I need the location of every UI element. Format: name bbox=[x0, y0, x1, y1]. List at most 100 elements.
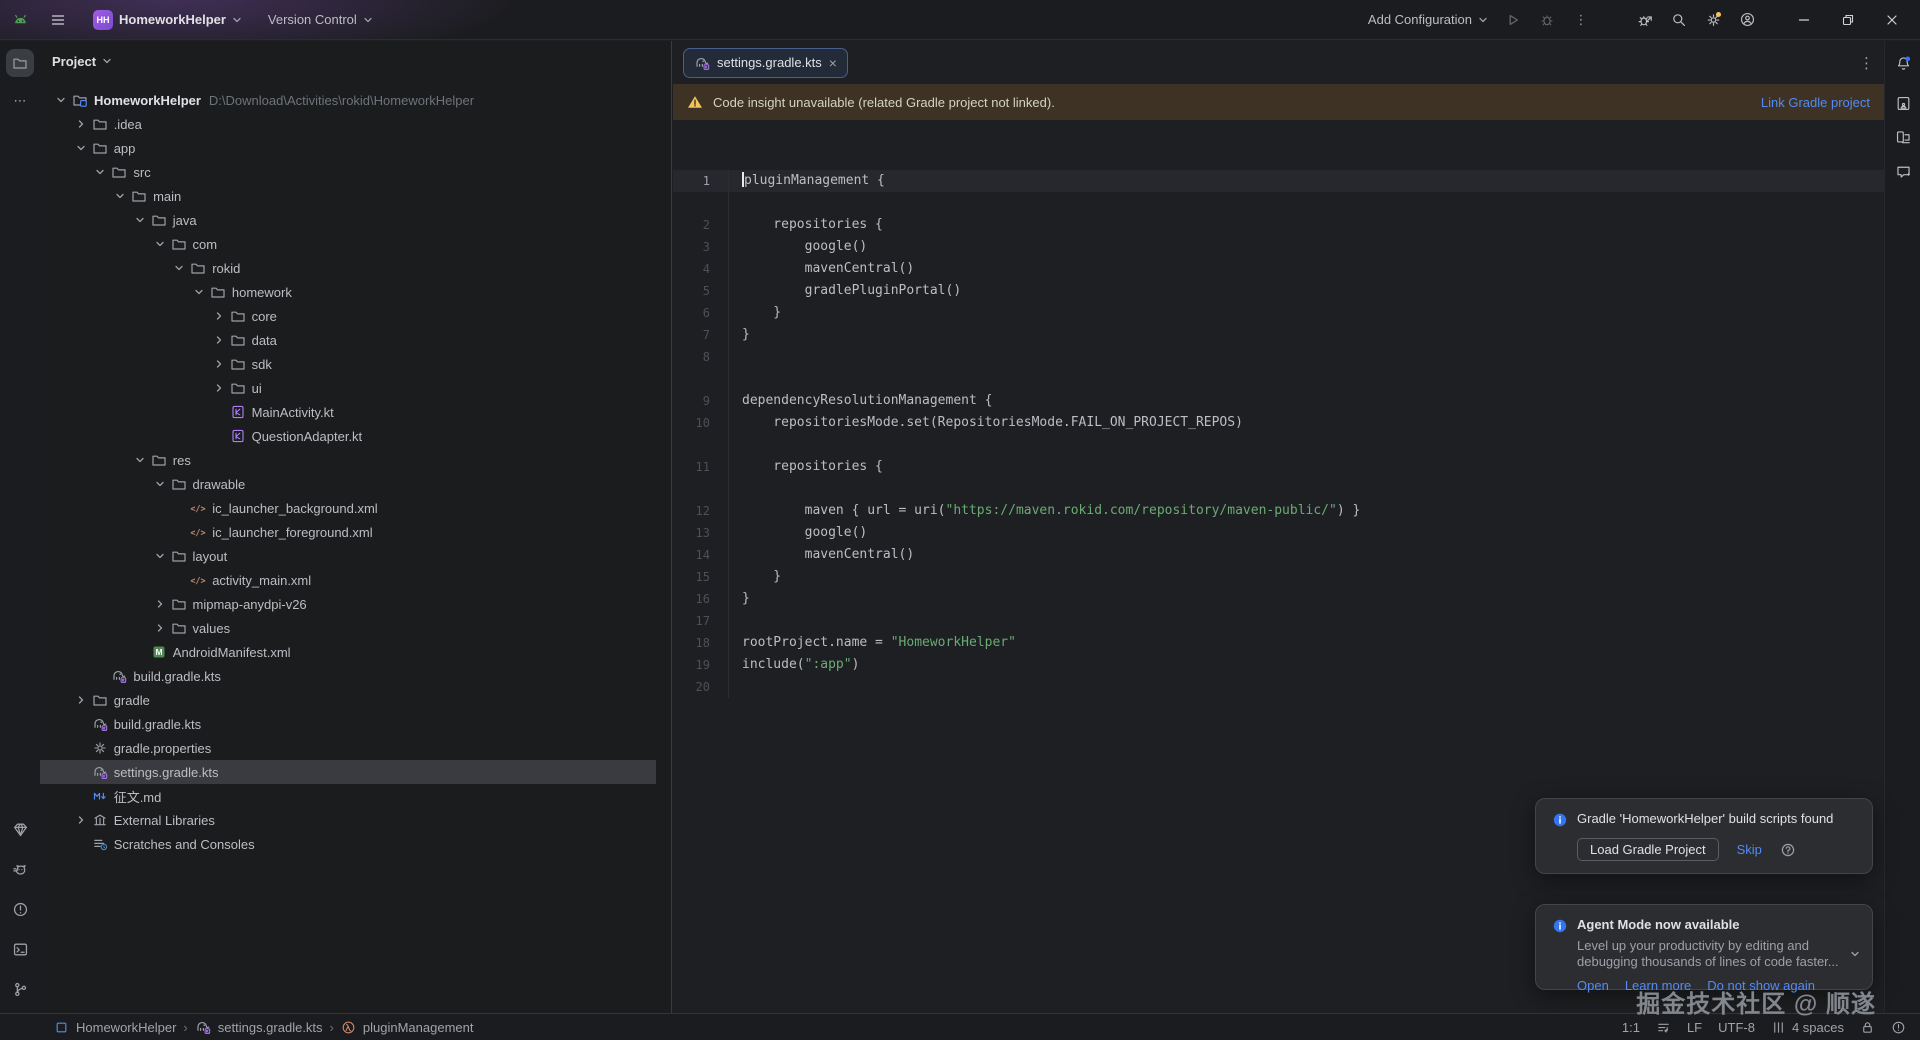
chevron-right-icon[interactable] bbox=[73, 812, 89, 828]
chevron-down-icon[interactable] bbox=[73, 140, 89, 156]
code-line-text[interactable]: google() bbox=[728, 236, 1884, 258]
code-line-text[interactable]: dependencyResolutionManagement { bbox=[728, 390, 1884, 412]
code-line-13[interactable]: 13 google() bbox=[673, 522, 1884, 544]
soft-wrap-icon[interactable] bbox=[1656, 1020, 1671, 1035]
tree-item-mainactivity.kt[interactable]: MainActivity.kt bbox=[40, 400, 671, 424]
chevron-right-icon[interactable] bbox=[73, 692, 89, 708]
tree-item-gradle[interactable]: gradle bbox=[40, 688, 671, 712]
tree-item-rokid[interactable]: rokid bbox=[40, 256, 671, 280]
tree-item-homeworkhelper[interactable]: HomeworkHelperD:\Download\Activities\rok… bbox=[40, 88, 671, 112]
tab-settings-gradle-kts[interactable]: settings.gradle.kts × bbox=[683, 48, 848, 78]
chevron-down-icon[interactable] bbox=[112, 188, 128, 204]
code-line-8[interactable]: 8 bbox=[673, 346, 1884, 368]
tree-item-questionadapter.kt[interactable]: QuestionAdapter.kt bbox=[40, 424, 671, 448]
code-line-text[interactable] bbox=[728, 434, 1884, 456]
code-line-blank[interactable] bbox=[673, 478, 1884, 500]
code-line-16[interactable]: 16} bbox=[673, 588, 1884, 610]
gem-icon[interactable] bbox=[6, 815, 34, 843]
tree-item-app[interactable]: app bbox=[40, 136, 671, 160]
line-number[interactable] bbox=[673, 478, 728, 500]
tree-item-core[interactable]: core bbox=[40, 304, 671, 328]
tree-item-settings.gradle.kts[interactable]: settings.gradle.kts bbox=[40, 760, 656, 784]
tree-item-values[interactable]: values bbox=[40, 616, 671, 640]
code-line-text[interactable]: google() bbox=[728, 522, 1884, 544]
tree-item-java[interactable]: java bbox=[40, 208, 671, 232]
window-close-button[interactable] bbox=[1872, 3, 1912, 37]
code-line-20[interactable]: 20 bbox=[673, 676, 1884, 698]
line-number[interactable]: 19 bbox=[673, 654, 728, 676]
code-line-3[interactable]: 3 google() bbox=[673, 236, 1884, 258]
line-number[interactable]: 2 bbox=[673, 214, 728, 236]
window-restore-button[interactable] bbox=[1828, 3, 1868, 37]
vcs-widget[interactable]: Version Control bbox=[262, 8, 379, 31]
line-number[interactable]: 12 bbox=[673, 500, 728, 522]
exclamation-circle-icon[interactable] bbox=[1891, 1020, 1906, 1035]
code-line-text[interactable]: mavenCentral() bbox=[728, 258, 1884, 280]
code-line-text[interactable]: pluginManagement { bbox=[728, 170, 1884, 192]
chevron-down-icon[interactable] bbox=[152, 548, 168, 564]
tree-item-main[interactable]: main bbox=[40, 184, 671, 208]
caret-position-widget[interactable]: 1:1 bbox=[1622, 1020, 1640, 1035]
notifications-bell-icon[interactable] bbox=[1889, 49, 1917, 77]
code-line-text[interactable]: repositoriesMode.set(RepositoriesMode.FA… bbox=[728, 412, 1884, 434]
code-line-9[interactable]: 9dependencyResolutionManagement { bbox=[673, 390, 1884, 412]
code-line-blank[interactable] bbox=[673, 368, 1884, 390]
chevron-right-icon[interactable] bbox=[73, 116, 89, 132]
code-line-blank[interactable] bbox=[673, 192, 1884, 214]
cat-icon[interactable] bbox=[6, 855, 34, 883]
lock-icon[interactable] bbox=[1860, 1020, 1875, 1035]
tree-item--.md[interactable]: 征文.md bbox=[40, 784, 671, 808]
gemini-chat-icon[interactable] bbox=[1889, 157, 1917, 185]
code-line-text[interactable] bbox=[728, 676, 1884, 698]
tree-item-build.gradle.kts[interactable]: build.gradle.kts bbox=[40, 664, 671, 688]
tree-item-com[interactable]: com bbox=[40, 232, 671, 256]
more-tool-windows-icon[interactable]: ⋯ bbox=[6, 87, 34, 115]
tree-item-ic-launcher-background.xml[interactable]: </>ic_launcher_background.xml bbox=[40, 496, 671, 520]
tree-item-drawable[interactable]: drawable bbox=[40, 472, 671, 496]
tree-item-layout[interactable]: layout bbox=[40, 544, 671, 568]
code-line-text[interactable]: } bbox=[728, 302, 1884, 324]
code-line-blank[interactable] bbox=[673, 434, 1884, 456]
tree-item-ui[interactable]: ui bbox=[40, 376, 671, 400]
tree-item-sdk[interactable]: sdk bbox=[40, 352, 671, 376]
chevron-down-icon[interactable] bbox=[152, 476, 168, 492]
line-number[interactable]: 7 bbox=[673, 324, 728, 346]
profiler-icon[interactable] bbox=[1630, 6, 1660, 34]
window-minimize-button[interactable] bbox=[1784, 3, 1824, 37]
code-line-text[interactable]: rootProject.name = "HomeworkHelper" bbox=[728, 632, 1884, 654]
chevron-down-icon[interactable] bbox=[1850, 949, 1860, 959]
close-icon[interactable]: × bbox=[829, 56, 837, 70]
code-line-text[interactable]: repositories { bbox=[728, 214, 1884, 236]
line-number[interactable] bbox=[673, 368, 728, 390]
code-line-14[interactable]: 14 mavenCentral() bbox=[673, 544, 1884, 566]
code-line-12[interactable]: 12 maven { url = uri("https://maven.roki… bbox=[673, 500, 1884, 522]
chevron-down-icon[interactable] bbox=[132, 212, 148, 228]
load-gradle-project-button[interactable]: Load Gradle Project bbox=[1577, 838, 1719, 861]
project-tool-icon[interactable] bbox=[6, 49, 34, 77]
code-line-7[interactable]: 7} bbox=[673, 324, 1884, 346]
line-number[interactable]: 15 bbox=[673, 566, 728, 588]
tree-item-gradle.properties[interactable]: gradle.properties bbox=[40, 736, 671, 760]
encoding-widget[interactable]: UTF-8 bbox=[1718, 1020, 1755, 1035]
code-line-text[interactable]: } bbox=[728, 588, 1884, 610]
chevron-down-icon[interactable] bbox=[171, 260, 187, 276]
tree-item-.idea[interactable]: .idea bbox=[40, 112, 671, 136]
chevron-right-icon[interactable] bbox=[211, 380, 227, 396]
tree-item-mipmap-anydpi-v26[interactable]: mipmap-anydpi-v26 bbox=[40, 592, 671, 616]
code-line-text[interactable] bbox=[728, 192, 1884, 214]
search-everywhere-icon[interactable] bbox=[1664, 6, 1694, 34]
git-branch-icon[interactable] bbox=[6, 975, 34, 1003]
line-number[interactable]: 5 bbox=[673, 280, 728, 302]
line-number[interactable]: 17 bbox=[673, 610, 728, 632]
chevron-right-icon[interactable] bbox=[152, 596, 168, 612]
line-number[interactable]: 16 bbox=[673, 588, 728, 610]
run-configuration-selector[interactable]: Add Configuration bbox=[1362, 8, 1494, 31]
tree-item-data[interactable]: data bbox=[40, 328, 671, 352]
code-line-text[interactable]: mavenCentral() bbox=[728, 544, 1884, 566]
tree-item-ic-launcher-foreground.xml[interactable]: </>ic_launcher_foreground.xml bbox=[40, 520, 671, 544]
line-number[interactable]: 13 bbox=[673, 522, 728, 544]
code-line-text[interactable]: include(":app") bbox=[728, 654, 1884, 676]
code-line-text[interactable] bbox=[728, 346, 1884, 368]
line-number[interactable]: 18 bbox=[673, 632, 728, 654]
code-line-2[interactable]: 2 repositories { bbox=[673, 214, 1884, 236]
